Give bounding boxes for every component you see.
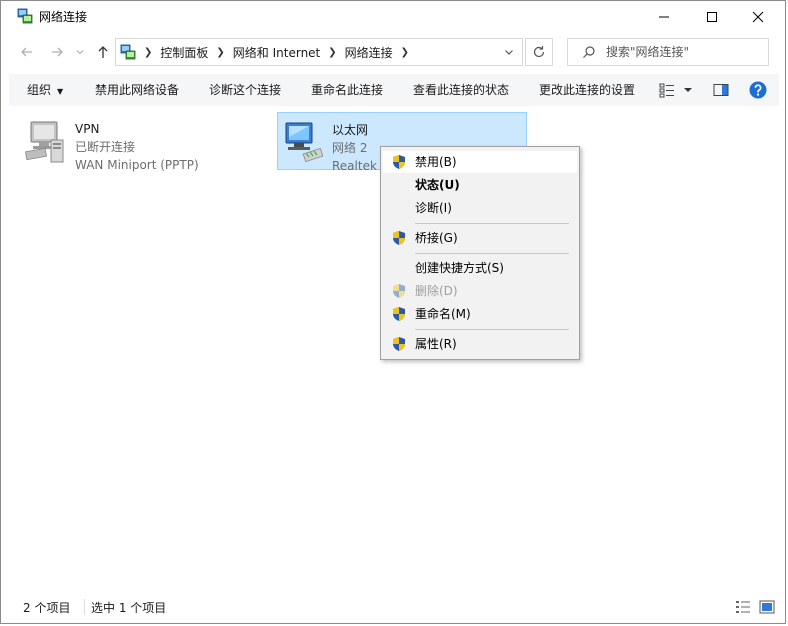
- context-menu: 禁用(B) 状态(U) 诊断(I) 桥接(G) 创建快捷方式(S) 删除(D) …: [380, 146, 580, 360]
- breadcrumb-network-connections[interactable]: 网络连接: [345, 44, 393, 61]
- selected-count: 选中 1 个项目: [91, 601, 167, 615]
- organize-label: 组织: [27, 83, 52, 97]
- help-icon[interactable]: [749, 81, 767, 99]
- navigation-bar: ❯ 控制面板 ❯ 网络和 Internet ❯ 网络连接 ❯: [1, 34, 785, 70]
- menu-label: 重命名(M): [415, 307, 471, 321]
- up-button[interactable]: [93, 42, 113, 62]
- caret-down-icon[interactable]: [683, 82, 693, 98]
- chevron-down-icon: [505, 50, 513, 55]
- disable-device-button[interactable]: 禁用此网络设备: [95, 74, 179, 106]
- uac-shield-icon: [393, 155, 405, 169]
- menu-label: 创建快捷方式(S): [415, 261, 504, 275]
- menu-separator: [415, 253, 569, 254]
- search-icon: [583, 46, 595, 58]
- network-connections-icon: [17, 8, 33, 24]
- search-box[interactable]: [567, 38, 769, 66]
- chevron-right-icon[interactable]: ❯: [144, 47, 152, 58]
- minimize-icon: [659, 16, 669, 17]
- view-options-icon[interactable]: [659, 82, 675, 98]
- status-divider: [84, 599, 85, 615]
- chevron-right-icon[interactable]: ❯: [216, 47, 224, 58]
- ethernet-adapter-icon: [285, 122, 324, 163]
- list-item-vpn[interactable]: VPN 已断开连接 WAN Miniport (PPTP): [21, 112, 261, 172]
- view-status-button[interactable]: 查看此连接的状态: [413, 74, 509, 106]
- large-icons-view-icon[interactable]: [759, 600, 775, 614]
- connection-name: VPN: [75, 122, 100, 136]
- forward-button[interactable]: [47, 42, 67, 62]
- menu-label: 属性(R): [415, 337, 457, 351]
- connection-status: 网络 2: [332, 141, 368, 155]
- breadcrumb-network-internet[interactable]: 网络和 Internet: [233, 44, 320, 61]
- menu-label: 诊断(I): [415, 201, 452, 215]
- menu-item-disable[interactable]: 禁用(B): [383, 151, 577, 173]
- network-adapter-icon: [25, 121, 64, 163]
- menu-item-properties[interactable]: 属性(R): [383, 333, 577, 355]
- search-input[interactable]: [606, 45, 756, 59]
- menu-item-status[interactable]: 状态(U): [383, 174, 577, 196]
- chevron-down-icon: [76, 50, 84, 55]
- control-panel-icon: [120, 44, 136, 60]
- arrow-up-icon: [98, 46, 108, 58]
- details-view-icon[interactable]: [735, 600, 751, 614]
- uac-shield-icon: [393, 307, 405, 321]
- recent-locations-button[interactable]: [73, 42, 87, 62]
- menu-item-delete: 删除(D): [383, 280, 577, 302]
- back-button[interactable]: [17, 42, 37, 62]
- caret-down-icon: ▼: [57, 87, 64, 96]
- status-bar: 2 个项目 选中 1 个项目: [9, 595, 779, 619]
- uac-shield-icon: [393, 284, 405, 298]
- window-title: 网络连接: [39, 10, 88, 24]
- menu-item-rename[interactable]: 重命名(M): [383, 303, 577, 325]
- item-text: 以太网 网络 2 Realtek: [332, 121, 377, 175]
- connection-device: Realtek: [332, 159, 377, 173]
- address-history-button[interactable]: [502, 45, 516, 59]
- item-text: VPN 已断开连接 WAN Miniport (PPTP): [75, 120, 199, 174]
- uac-shield-icon: [393, 337, 405, 351]
- menu-label: 禁用(B): [415, 155, 457, 169]
- uac-shield-icon: [393, 231, 405, 245]
- rename-connection-button[interactable]: 重命名此连接: [311, 74, 383, 106]
- refresh-button[interactable]: [525, 38, 553, 66]
- menu-item-bridge[interactable]: 桥接(G): [383, 227, 577, 249]
- minimize-button[interactable]: [641, 1, 687, 32]
- connection-device: WAN Miniport (PPTP): [75, 158, 199, 172]
- menu-item-create-shortcut[interactable]: 创建快捷方式(S): [383, 257, 577, 279]
- change-settings-button[interactable]: 更改此连接的设置: [539, 74, 635, 106]
- refresh-icon: [533, 46, 545, 58]
- connection-name: 以太网: [332, 123, 369, 137]
- connection-status: 已断开连接: [75, 140, 136, 154]
- menu-item-diagnose[interactable]: 诊断(I): [383, 197, 577, 219]
- preview-pane-icon[interactable]: [713, 82, 729, 98]
- menu-label: 桥接(G): [415, 231, 458, 245]
- chevron-right-icon[interactable]: ❯: [401, 47, 409, 58]
- organize-menu[interactable]: 组织 ▼: [27, 74, 63, 106]
- chevron-right-icon[interactable]: ❯: [328, 47, 336, 58]
- arrow-right-icon: [52, 47, 63, 57]
- address-bar[interactable]: ❯ 控制面板 ❯ 网络和 Internet ❯ 网络连接 ❯: [115, 38, 523, 66]
- breadcrumb-control-panel[interactable]: 控制面板: [160, 44, 208, 61]
- maximize-button[interactable]: [689, 1, 735, 32]
- maximize-icon: [707, 11, 717, 22]
- menu-separator: [415, 329, 569, 330]
- arrow-left-icon: [21, 47, 32, 57]
- item-count: 2 个项目: [23, 601, 71, 615]
- diagnose-connection-button[interactable]: 诊断这个连接: [209, 74, 281, 106]
- menu-separator: [415, 223, 569, 224]
- title-bar[interactable]: 网络连接: [1, 1, 785, 32]
- menu-label: 删除(D): [415, 284, 458, 298]
- close-icon: [752, 11, 764, 22]
- close-button[interactable]: [735, 1, 781, 32]
- menu-label: 状态(U): [415, 178, 460, 192]
- command-bar: 组织 ▼ 禁用此网络设备 诊断这个连接 重命名此连接 查看此连接的状态 更改此连接…: [9, 74, 779, 106]
